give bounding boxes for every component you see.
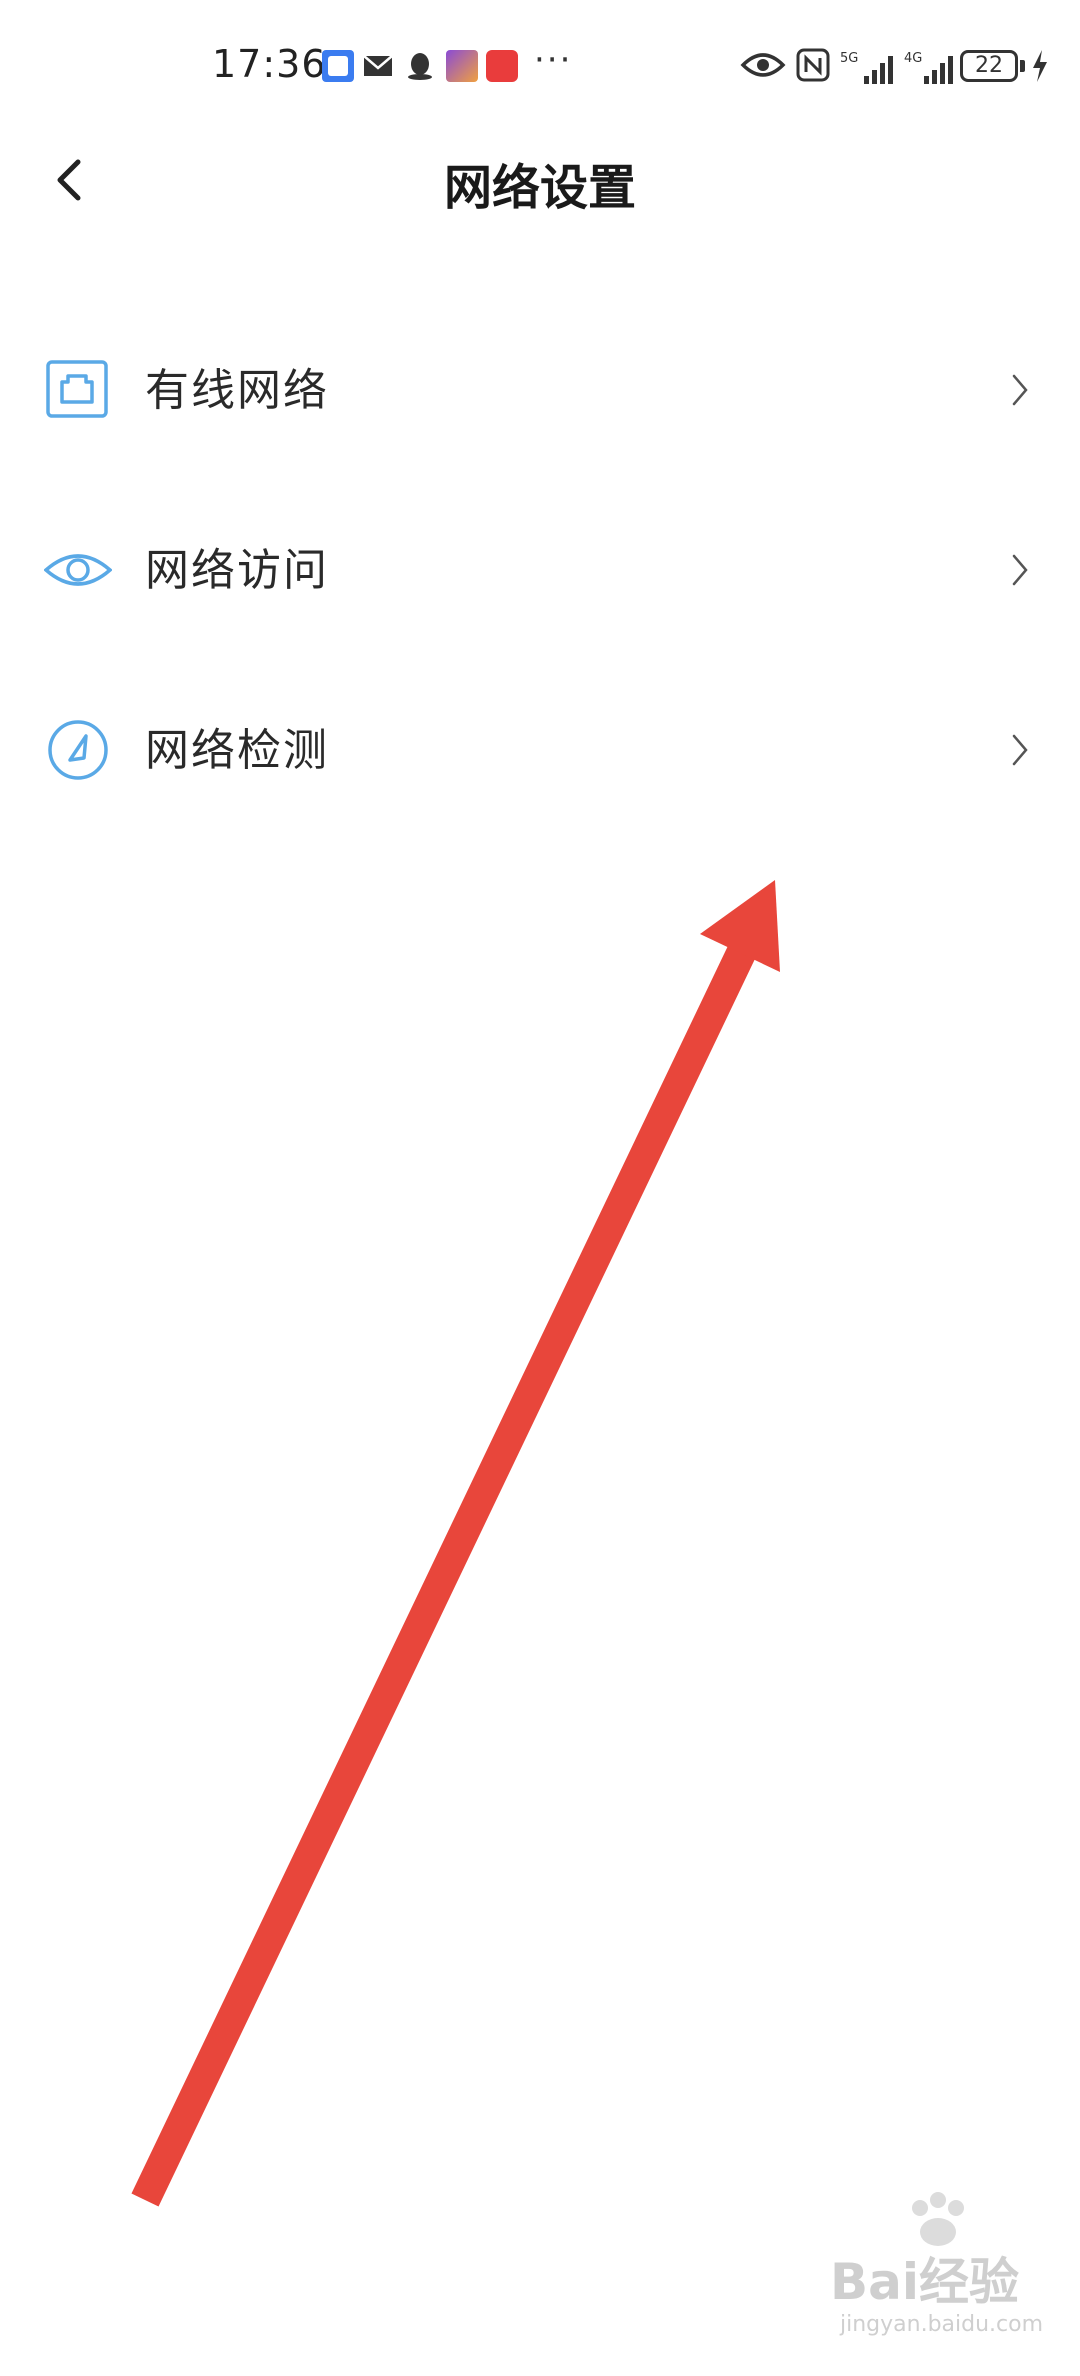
shopping-618-icon bbox=[486, 50, 518, 82]
chevron-right-icon bbox=[1012, 734, 1028, 766]
menu-item-label: 有线网络 bbox=[145, 365, 329, 416]
battery-icon: 22 bbox=[960, 50, 1018, 82]
app-notification-icon bbox=[322, 50, 354, 82]
annotation-arrow-head bbox=[700, 880, 780, 972]
menu-item-label: 网络检测 bbox=[145, 725, 329, 776]
menu-item-wired-network[interactable]: 有线网络 bbox=[0, 300, 1080, 480]
watermark-logo: Bai经验 jingyan.baidu.com bbox=[830, 2190, 1060, 2360]
menu-item-network-access[interactable]: 网络访问 bbox=[0, 480, 1080, 660]
status-time: 17:36 bbox=[212, 42, 327, 86]
menu-item-network-detection[interactable]: 网络检测 bbox=[0, 660, 1080, 840]
qq-icon bbox=[408, 53, 432, 80]
more-notifications-indicator: ··· bbox=[534, 40, 573, 80]
nfc-icon bbox=[796, 48, 830, 82]
speedometer-icon bbox=[48, 720, 108, 780]
watermark-brand: Bai经验 bbox=[830, 2253, 1019, 2311]
header-bar: 网络设置 bbox=[0, 130, 1080, 230]
app-notification-icon bbox=[446, 50, 478, 82]
chevron-right-icon bbox=[1012, 374, 1028, 406]
ethernet-port-icon bbox=[46, 360, 108, 418]
chevron-right-icon bbox=[1012, 554, 1028, 586]
charging-icon bbox=[1033, 50, 1047, 82]
status-bar: 17:36 ··· 5G 4G 22 bbox=[0, 0, 1080, 130]
mail-icon bbox=[363, 55, 393, 76]
paw-logo-icon bbox=[912, 2192, 964, 2246]
signal-5g-label: 5G bbox=[840, 51, 858, 66]
eye-comfort-icon bbox=[740, 53, 786, 77]
page-title: 网络设置 bbox=[443, 160, 636, 216]
annotation-arrow-shaft bbox=[131, 938, 759, 2207]
signal-5g-icon: 5G bbox=[840, 51, 893, 84]
network-settings-menu: 有线网络 网络访问 网络检测 bbox=[0, 300, 1080, 840]
battery-tip bbox=[1020, 60, 1025, 72]
signal-4g-icon: 4G bbox=[904, 51, 953, 84]
menu-item-label: 网络访问 bbox=[145, 545, 329, 596]
watermark-site: jingyan.baidu.com bbox=[840, 2312, 1044, 2337]
eye-icon bbox=[44, 554, 112, 586]
signal-4g-label: 4G bbox=[904, 51, 922, 66]
